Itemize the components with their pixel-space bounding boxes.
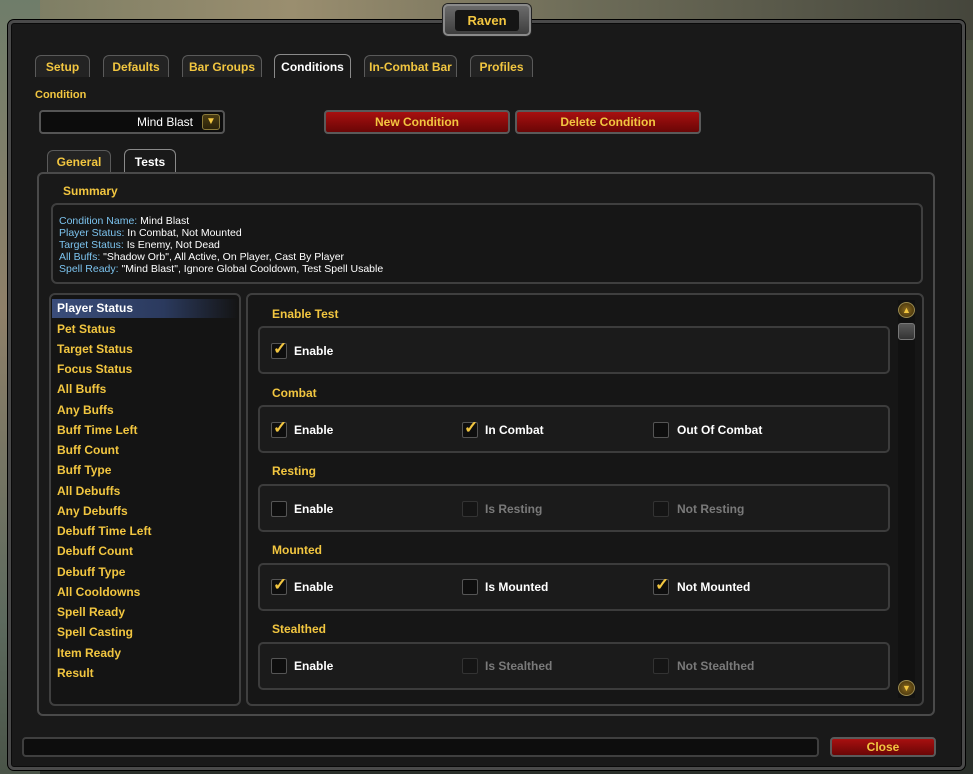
out-of-combat-label: Out Of Combat — [677, 423, 763, 437]
list-item-all-debuffs[interactable]: All Debuffs — [57, 484, 120, 498]
list-item-spell-ready[interactable]: Spell Ready — [57, 605, 125, 619]
in-combat-label: In Combat — [485, 423, 544, 437]
list-item-buff-time-left[interactable]: Buff Time Left — [57, 423, 137, 437]
out-of-combat-checkbox[interactable] — [653, 422, 669, 438]
is-stealthed-checkbox — [462, 658, 478, 674]
list-item-debuff-type[interactable]: Debuff Type — [57, 565, 125, 579]
new-condition-button[interactable]: New Condition — [324, 110, 510, 134]
combat-enable-checkbox[interactable]: ✓ — [271, 418, 287, 438]
not-mounted-checkbox[interactable]: ✓ — [653, 575, 669, 595]
mounted-enable-label: Enable — [294, 580, 334, 594]
checkmark-icon: ✓ — [273, 418, 288, 437]
list-item-player-status[interactable]: Player Status — [57, 301, 133, 315]
tab-tests[interactable]: Tests — [124, 149, 176, 173]
group-box-combat — [258, 405, 890, 453]
tab-bar-groups[interactable]: Bar Groups — [182, 55, 262, 77]
summary-key: Player Status: — [59, 227, 125, 239]
stealthed-enable-label: Enable — [294, 659, 334, 673]
list-item-item-ready[interactable]: Item Ready — [57, 646, 121, 660]
combat-enable-label: Enable — [294, 423, 334, 437]
summary-value: "Mind Blast", Ignore Global Cooldown, Te… — [118, 263, 384, 275]
summary-key: Target Status: — [59, 239, 124, 251]
in-combat-checkbox[interactable]: ✓ — [462, 418, 478, 438]
scrollbar-track[interactable] — [898, 300, 915, 698]
tab-defaults[interactable]: Defaults — [103, 55, 169, 77]
stealthed-enable-checkbox[interactable] — [271, 658, 287, 674]
close-button[interactable]: Close — [830, 737, 936, 757]
summary-key: All Buffs: — [59, 251, 101, 263]
list-item-all-cooldowns[interactable]: All Cooldowns — [57, 585, 140, 599]
is-resting-checkbox — [462, 501, 478, 517]
group-title-resting: Resting — [272, 464, 317, 478]
summary-value: "Shadow Orb", All Active, On Player, Cas… — [100, 251, 345, 263]
scrollbar-thumb[interactable] — [898, 323, 915, 340]
summary-title: Summary — [63, 184, 118, 198]
tab-in-combat-bar[interactable]: In-Combat Bar — [364, 55, 457, 77]
list-item-all-buffs[interactable]: All Buffs — [57, 382, 106, 396]
summary-line: All Buffs: "Shadow Orb", All Active, On … — [59, 251, 344, 263]
condition-selected-value: Mind Blast — [136, 115, 193, 129]
not-resting-label: Not Resting — [677, 502, 745, 516]
summary-value: Is Enemy, Not Dead — [123, 239, 220, 251]
tab-conditions[interactable]: Conditions — [274, 54, 351, 78]
summary-key: Spell Ready: — [59, 263, 119, 275]
list-item-pet-status[interactable]: Pet Status — [57, 322, 116, 336]
mounted-enable-checkbox[interactable]: ✓ — [271, 575, 287, 595]
not-stealthed-label: Not Stealthed — [677, 659, 755, 673]
list-item-result[interactable]: Result — [57, 666, 94, 680]
resting-enable-label: Enable — [294, 502, 334, 516]
delete-condition-button[interactable]: Delete Condition — [515, 110, 701, 134]
list-item-any-buffs[interactable]: Any Buffs — [57, 403, 114, 417]
group-box-enable-test — [258, 326, 890, 374]
is-mounted-checkbox[interactable] — [462, 579, 478, 595]
tab-profiles[interactable]: Profiles — [470, 55, 533, 77]
not-mounted-label: Not Mounted — [677, 580, 751, 594]
group-title-mounted: Mounted — [272, 543, 322, 557]
status-bar — [22, 737, 819, 757]
not-stealthed-checkbox — [653, 658, 669, 674]
condition-dropdown[interactable]: Mind Blast ▼ — [39, 110, 225, 134]
summary-line: Player Status: In Combat, Not Mounted — [59, 227, 242, 239]
list-item-any-debuffs[interactable]: Any Debuffs — [57, 504, 128, 518]
checkmark-icon: ✓ — [655, 575, 670, 594]
summary-value: Mind Blast — [137, 215, 190, 227]
tab-general[interactable]: General — [47, 150, 111, 172]
is-resting-label: Is Resting — [485, 502, 543, 516]
group-box-mounted — [258, 563, 890, 611]
enable-test-checkbox[interactable]: ✓ — [271, 339, 287, 359]
group-title-stealthed: Stealthed — [272, 622, 327, 636]
summary-line: Spell Ready: "Mind Blast", Ignore Global… — [59, 263, 383, 275]
scroll-up-icon[interactable]: ▲ — [898, 302, 915, 318]
window-title: Raven — [455, 9, 519, 31]
not-resting-checkbox — [653, 501, 669, 517]
list-item-debuff-time-left[interactable]: Debuff Time Left — [57, 524, 151, 538]
checkmark-icon: ✓ — [464, 418, 479, 437]
tab-setup[interactable]: Setup — [35, 55, 90, 77]
chevron-down-icon[interactable]: ▼ — [202, 114, 220, 130]
group-title-combat: Combat — [272, 386, 317, 400]
list-item-buff-type[interactable]: Buff Type — [57, 463, 111, 477]
summary-key: Condition Name: — [59, 215, 138, 227]
group-box-resting — [258, 484, 890, 532]
window-titlebar[interactable]: Raven — [443, 4, 531, 36]
list-item-focus-status[interactable]: Focus Status — [57, 362, 132, 376]
resting-enable-checkbox[interactable] — [271, 501, 287, 517]
is-mounted-label: Is Mounted — [485, 580, 549, 594]
summary-line: Target Status: Is Enemy, Not Dead — [59, 239, 220, 251]
list-item-debuff-count[interactable]: Debuff Count — [57, 544, 133, 558]
summary-value: In Combat, Not Mounted — [124, 227, 242, 239]
scroll-down-icon[interactable]: ▼ — [898, 680, 915, 696]
list-item-buff-count[interactable]: Buff Count — [57, 443, 119, 457]
summary-line: Condition Name: Mind Blast — [59, 215, 189, 227]
is-stealthed-label: Is Stealthed — [485, 659, 553, 673]
group-title-enable-test: Enable Test — [272, 307, 339, 321]
checkmark-icon: ✓ — [273, 339, 288, 358]
condition-label: Condition — [35, 89, 87, 101]
group-box-stealthed — [258, 642, 890, 690]
checkmark-icon: ✓ — [273, 575, 288, 594]
list-item-spell-casting[interactable]: Spell Casting — [57, 625, 133, 639]
enable-test-label: Enable — [294, 344, 334, 358]
list-item-target-status[interactable]: Target Status — [57, 342, 133, 356]
